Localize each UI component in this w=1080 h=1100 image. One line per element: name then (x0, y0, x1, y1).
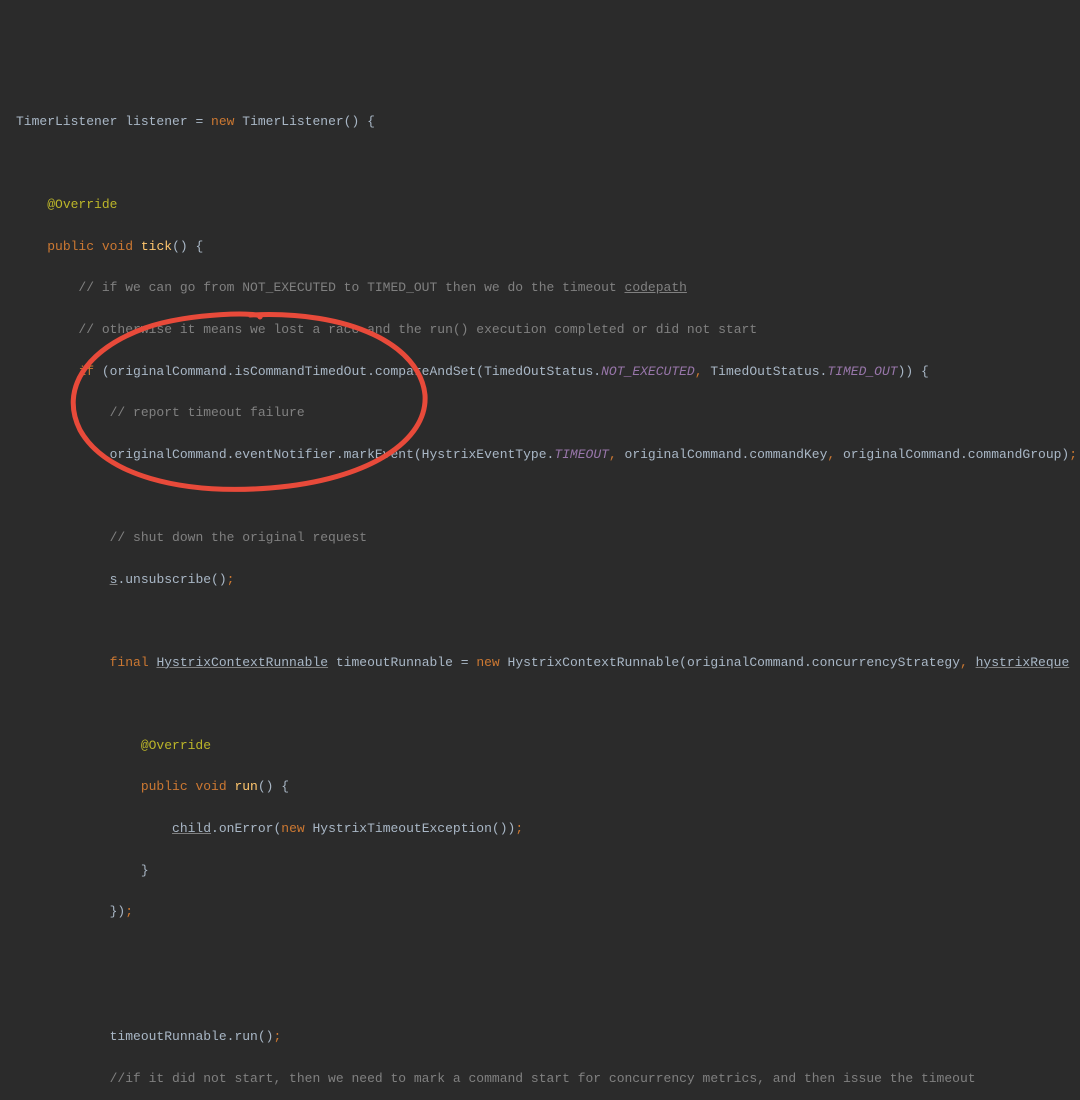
comment: //if it did not start, then we need to m… (110, 1071, 976, 1086)
code-line (16, 611, 1080, 632)
code-line (16, 694, 1080, 715)
code-line: //if it did not start, then we need to m… (16, 1069, 1080, 1090)
code-line (16, 154, 1080, 175)
code-line: }); (16, 902, 1080, 923)
code-line: if (originalCommand.isCommandTimedOut.co… (16, 362, 1080, 383)
comment: // report timeout failure (110, 405, 305, 420)
annotation-override: @Override (47, 197, 117, 212)
comment: // shut down the original request (110, 530, 367, 545)
code-line: s.unsubscribe(); (16, 570, 1080, 591)
method-run: run (234, 779, 257, 794)
comment: // otherwise it means we lost a race and… (78, 322, 757, 337)
code-line: public void run() { (16, 777, 1080, 798)
code-line: // shut down the original request (16, 528, 1080, 549)
code-line: child.onError(new HystrixTimeoutExceptio… (16, 819, 1080, 840)
annotation-override: @Override (141, 738, 211, 753)
code-line (16, 486, 1080, 507)
code-line: originalCommand.eventNotifier.markEvent(… (16, 445, 1080, 466)
comment: // if we can go from NOT_EXECUTED to TIM… (78, 280, 624, 295)
method-tick: tick (141, 239, 172, 254)
code-line (16, 944, 1080, 965)
code-line: timeoutRunnable.run(); (16, 1027, 1080, 1048)
code-line: } (16, 861, 1080, 882)
code-line: // otherwise it means we lost a race and… (16, 320, 1080, 341)
code-editor[interactable]: TimerListener listener = new TimerListen… (16, 91, 1080, 1100)
code-line: // if we can go from NOT_EXECUTED to TIM… (16, 278, 1080, 299)
code-line: @Override (16, 195, 1080, 216)
code-line: @Override (16, 736, 1080, 757)
code-line: TimerListener listener = new TimerListen… (16, 112, 1080, 133)
code-line (16, 985, 1080, 1006)
code-line: final HystrixContextRunnable timeoutRunn… (16, 653, 1080, 674)
code-line: // report timeout failure (16, 403, 1080, 424)
code-line: public void tick() { (16, 237, 1080, 258)
